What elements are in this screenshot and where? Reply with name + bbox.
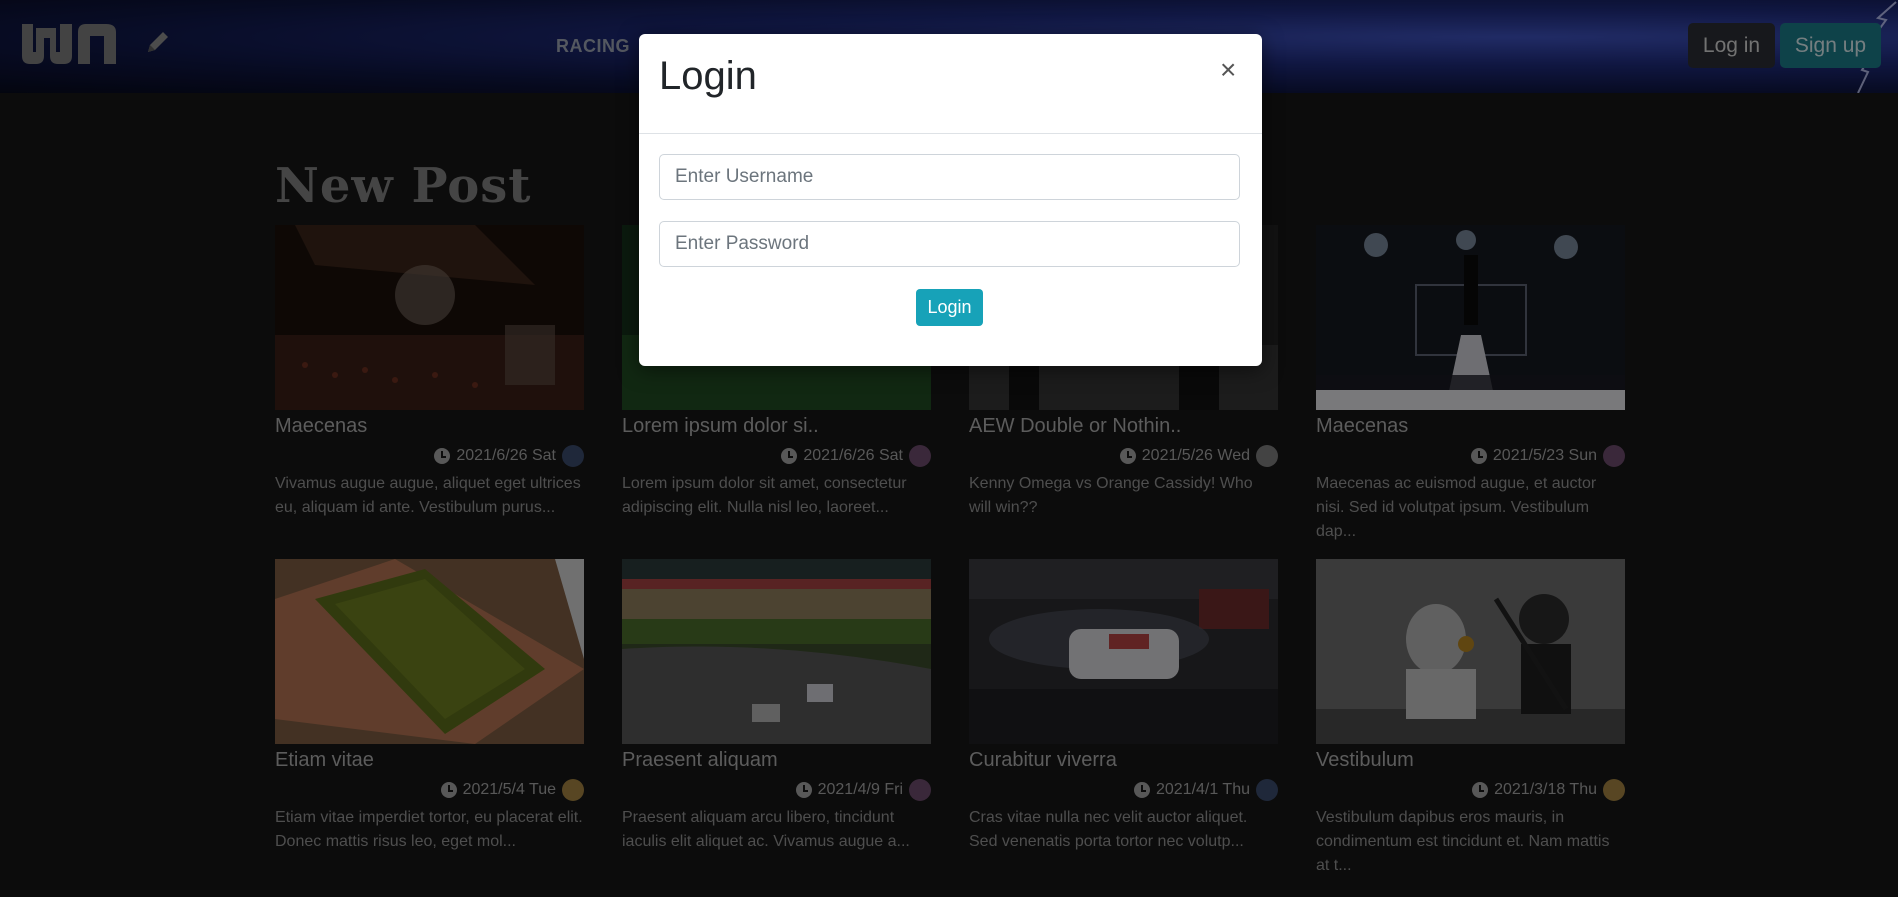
close-icon[interactable]: × [1220, 56, 1236, 84]
username-input[interactable] [659, 154, 1240, 200]
modal-title: Login [659, 54, 757, 98]
login-submit-button[interactable]: Login [916, 289, 983, 326]
login-modal: Login × Login [639, 34, 1262, 366]
modal-header: Login × [639, 34, 1262, 134]
password-input[interactable] [659, 221, 1240, 267]
